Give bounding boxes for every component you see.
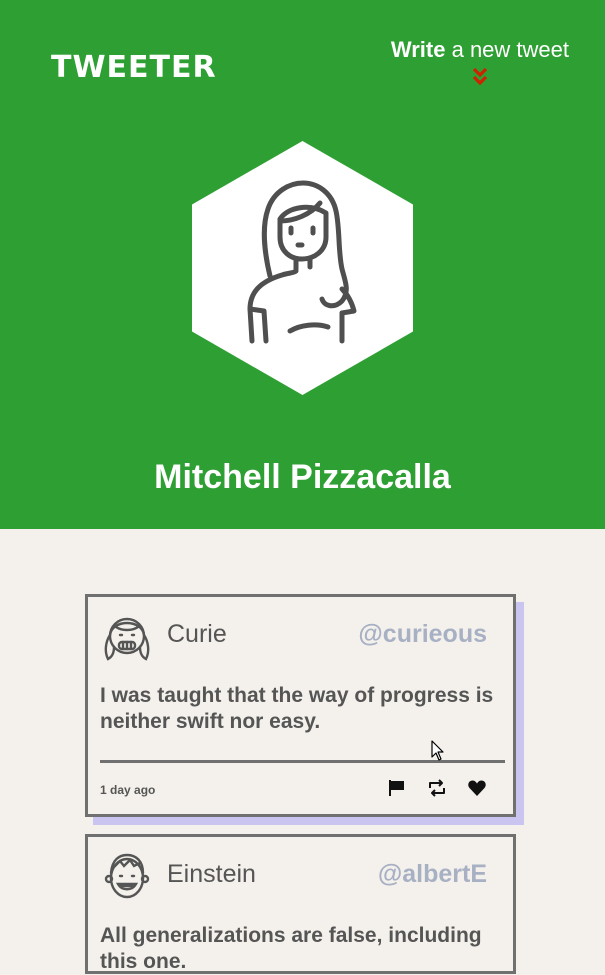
profile-name: Mitchell Pizzacalla <box>154 458 451 496</box>
boy-avatar-icon <box>104 853 150 899</box>
app-logo[interactable]: TWEETER <box>51 52 217 84</box>
flag-icon[interactable] <box>387 778 407 798</box>
write-label-rest: a new tweet <box>445 37 569 62</box>
tweet-card: Curie @curieous I was taught that the wa… <box>85 594 516 817</box>
heart-icon[interactable] <box>467 778 487 798</box>
double-chevron-down-icon[interactable] <box>470 66 490 88</box>
tweet-card: Einstein @albertE All generalizations ar… <box>85 834 516 974</box>
tweet-author-name: Curie <box>167 620 227 648</box>
tweet-author-handle[interactable]: @curieous <box>358 619 487 649</box>
tweet-actions <box>387 777 487 799</box>
profile-avatar <box>192 141 413 395</box>
write-new-tweet-link[interactable]: Write a new tweet <box>391 36 569 64</box>
tweet-author-handle[interactable]: @albertE <box>378 859 487 889</box>
write-label-bold: Write <box>390 37 446 62</box>
girl-avatar-icon <box>104 617 150 661</box>
tweet-text: I was taught that the way of progress is… <box>100 684 494 733</box>
tweet-author-name: Einstein <box>167 860 256 888</box>
tweet-timestamp: 1 day ago <box>100 783 156 797</box>
mouse-cursor-icon <box>431 740 444 761</box>
retweet-icon[interactable] <box>427 778 447 798</box>
profile-header: TWEETER Write a new tweet Mitchell Pizza… <box>0 0 605 529</box>
tweet-text: All generalizations are false, including… <box>100 924 482 973</box>
